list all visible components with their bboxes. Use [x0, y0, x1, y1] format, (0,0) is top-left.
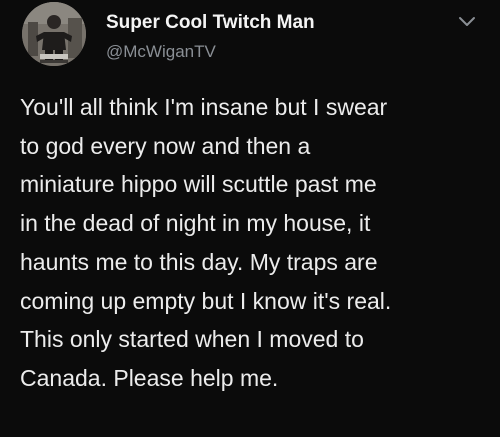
- tweet-text-line: You'll all think I'm insane but I swear: [20, 94, 388, 120]
- tweet-text-line: to god every now and then a: [20, 132, 311, 159]
- tweet-text: You'll all think I'm insane but I swear …: [20, 88, 492, 398]
- more-options-button[interactable]: [456, 15, 478, 29]
- tweet-text-line: Canada. Please help me.: [20, 364, 279, 391]
- tweet-text-line: coming up empty but I know it's real.: [20, 287, 392, 314]
- username-handle[interactable]: @McWiganTV: [106, 42, 216, 62]
- chevron-down-icon: [459, 17, 475, 26]
- tweet-text-line: This only started when I moved to: [20, 326, 364, 353]
- display-name[interactable]: Super Cool Twitch Man: [106, 12, 315, 34]
- profile-photo-icon: [22, 2, 86, 66]
- avatar[interactable]: [22, 2, 86, 66]
- tweet-card: Super Cool Twitch Man @McWiganTV You'll …: [0, 0, 500, 437]
- tweet-text-line: miniature hippo will scuttle past me: [20, 171, 377, 198]
- tweet-text-line: haunts me to this day. My traps are: [20, 248, 378, 275]
- tweet-text-line: in the dead of night in my house, it: [20, 210, 371, 237]
